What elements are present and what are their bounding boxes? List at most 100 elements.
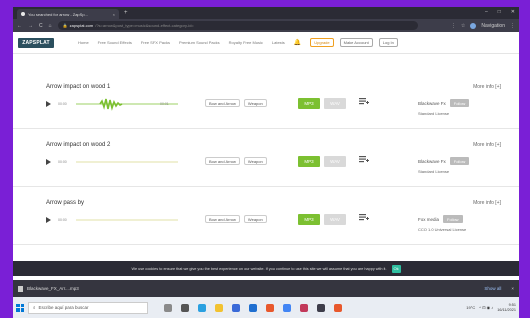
app-icon[interactable]: [334, 303, 342, 312]
taskbar-search-input[interactable]: ⌕ Escribe aquí para buscar: [28, 301, 148, 314]
app-icon[interactable]: [317, 303, 325, 312]
time-end: 00:01: [160, 102, 169, 106]
author-name[interactable]: Blackwave Fx: [418, 159, 446, 164]
author-name[interactable]: Blackwave Fx: [418, 101, 446, 106]
add-to-playlist-icon[interactable]: [359, 213, 369, 223]
play-icon[interactable]: [46, 159, 51, 165]
file-icon: [18, 285, 23, 292]
clock[interactable]: 9:51 16/11/2021: [497, 303, 516, 313]
play-icon[interactable]: [46, 101, 51, 107]
tag[interactable]: Bow and Arrow: [205, 157, 240, 165]
download-wav-button[interactable]: WAV: [324, 156, 346, 167]
chrome-icon[interactable]: [283, 303, 291, 312]
sound-title[interactable]: Arrow pass by: [46, 200, 84, 206]
mail-icon[interactable]: [232, 303, 240, 312]
login-button[interactable]: Log In: [378, 38, 398, 47]
upgrade-button[interactable]: Upgrade: [310, 38, 334, 47]
tab-bar: You searched for arrow - ZapSp... × + – …: [13, 7, 519, 19]
main-nav: Home Free Sound Effects Free SFX Packs P…: [78, 40, 285, 45]
tag[interactable]: Weapon: [243, 157, 267, 165]
windows-taskbar: ⌕ Escribe aquí para buscar 19°C ^ ⊡ ◉ ♪ …: [13, 297, 519, 318]
url-path: /?s=arrow&post_type=music&sound-effect-c…: [95, 23, 194, 28]
follow-button[interactable]: Follow: [449, 157, 470, 165]
download-mp3-button[interactable]: MP3: [298, 214, 320, 225]
app-icon[interactable]: [300, 303, 308, 312]
download-wav-button[interactable]: WAV: [324, 214, 346, 225]
waveform[interactable]: [76, 155, 178, 169]
sound-title[interactable]: Arrow impact on wood 1: [46, 84, 110, 90]
nav-free-sfx-packs[interactable]: Free SFX Packs: [141, 40, 170, 45]
author-block: Fox media Follow: [418, 215, 463, 223]
play-icon[interactable]: [46, 217, 51, 223]
widgets-icon[interactable]: [181, 303, 189, 312]
make-account-button[interactable]: Make Account: [339, 38, 373, 47]
browser-window: You searched for arrow - ZapSp... × + – …: [13, 7, 519, 318]
temperature[interactable]: 19°C: [466, 305, 475, 310]
follow-button[interactable]: Follow: [443, 215, 463, 223]
close-download-bar-icon[interactable]: ×: [511, 286, 514, 291]
browser-tab[interactable]: You searched for arrow - ZapSp... ×: [17, 9, 119, 19]
waveform[interactable]: [76, 213, 178, 227]
license-text[interactable]: Standard License: [418, 111, 449, 116]
tag-list: Bow and Arrow Weapon: [205, 99, 267, 107]
download-wav-button[interactable]: WAV: [324, 98, 346, 109]
license-text[interactable]: Standard License: [418, 169, 449, 174]
follow-button[interactable]: Follow: [449, 99, 470, 107]
star-icon[interactable]: ☆: [461, 23, 465, 29]
sound-title[interactable]: Arrow impact on wood 2: [46, 142, 110, 148]
back-icon[interactable]: ←: [17, 23, 22, 29]
new-tab-button[interactable]: +: [124, 10, 128, 16]
avatar[interactable]: [470, 22, 477, 29]
extensions-icon[interactable]: ⋮: [451, 23, 456, 29]
menu-icon[interactable]: ⋮: [510, 23, 515, 29]
lock-icon: 🔒: [62, 23, 68, 28]
task-view-icon[interactable]: [164, 303, 172, 312]
tab-close-icon[interactable]: ×: [113, 12, 115, 17]
more-info-link[interactable]: More info [+]: [473, 142, 501, 148]
more-info-link[interactable]: More info [+]: [473, 84, 501, 90]
nav-latests[interactable]: Latests: [272, 40, 285, 45]
show-all-button[interactable]: Show all: [484, 286, 501, 291]
nav-royalty-free-music[interactable]: Royalty Free Music: [229, 40, 263, 45]
tag[interactable]: Weapon: [243, 215, 267, 223]
office-icon[interactable]: [266, 303, 274, 312]
favicon-icon: [21, 12, 25, 16]
download-mp3-button[interactable]: MP3: [298, 156, 320, 167]
tag-list: Bow and Arrow Weapon: [205, 215, 267, 223]
windows-start-icon[interactable]: [16, 303, 24, 312]
add-to-playlist-icon[interactable]: [359, 155, 369, 165]
maximize-icon[interactable]: □: [498, 9, 501, 15]
minimize-icon[interactable]: –: [485, 9, 488, 15]
license-text[interactable]: CCO 1.0 Universal License: [418, 227, 466, 232]
edge-icon[interactable]: [198, 303, 206, 312]
tray-icons[interactable]: ^ ⊡ ◉ ♪: [479, 305, 493, 310]
site-logo[interactable]: ZAPSPLAT: [18, 37, 54, 48]
taskbar-apps: [164, 303, 342, 312]
nav-free-sound-effects[interactable]: Free Sound Effects: [98, 40, 132, 45]
window-controls: – □ ✕: [485, 9, 515, 15]
download-file-name[interactable]: Blackwave_FX_Arr....mp3: [27, 286, 79, 291]
tag[interactable]: Bow and Arrow: [205, 215, 240, 223]
tag[interactable]: Weapon: [243, 99, 267, 107]
notification-bell-icon[interactable]: 🔔: [294, 39, 301, 46]
add-to-playlist-icon[interactable]: [359, 97, 369, 107]
close-window-icon[interactable]: ✕: [511, 9, 515, 15]
url-field[interactable]: 🔒 zapsplat.com /?s=arrow&post_type=music…: [57, 21, 418, 30]
store-icon[interactable]: [249, 303, 257, 312]
cookie-ok-button[interactable]: Ok: [391, 264, 401, 273]
author-block: Blackwave Fx Follow: [418, 99, 470, 107]
sound-result: Arrow pass by More info [+] 00:00 Bow an…: [13, 195, 519, 245]
more-info-link[interactable]: More info [+]: [473, 200, 501, 206]
reload-icon[interactable]: C: [39, 23, 43, 29]
tag[interactable]: Bow and Arrow: [205, 99, 240, 107]
download-bar: Blackwave_FX_Arr....mp3 Show all ×: [13, 280, 519, 297]
forward-icon[interactable]: →: [28, 23, 33, 29]
nav-home[interactable]: Home: [78, 40, 89, 45]
sound-result: Arrow impact on wood 2 More info [+] 00:…: [13, 137, 519, 187]
author-name[interactable]: Fox media: [418, 217, 439, 222]
cookie-banner: We use cookies to ensure that we give yo…: [13, 261, 519, 276]
home-icon[interactable]: ⌂: [49, 23, 52, 29]
download-mp3-button[interactable]: MP3: [298, 98, 320, 109]
file-explorer-icon[interactable]: [215, 303, 223, 312]
nav-premium-sound-packs[interactable]: Premium Sound Packs: [179, 40, 220, 45]
